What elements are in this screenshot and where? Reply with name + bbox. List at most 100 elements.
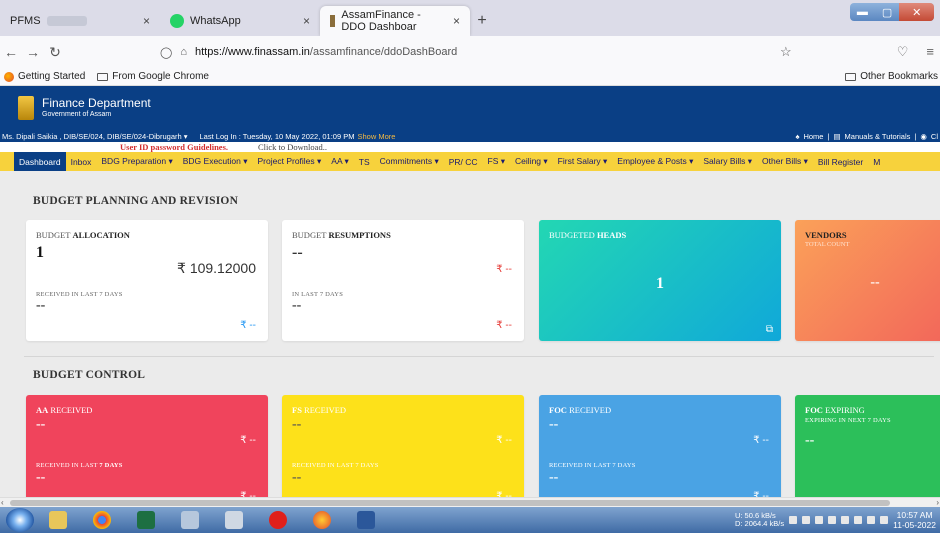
card-title: VENDORS bbox=[805, 230, 847, 240]
taskbar-chrome[interactable] bbox=[82, 508, 122, 532]
bookmark-star-icon[interactable]: ☆ bbox=[780, 44, 792, 60]
menu-aa[interactable]: AA ▾ bbox=[326, 152, 354, 171]
other-bookmarks[interactable]: Other Bookmarks bbox=[845, 71, 938, 82]
menu-inbox[interactable]: Inbox bbox=[66, 152, 97, 171]
taskbar-calculator[interactable] bbox=[214, 508, 254, 532]
search-tool-icon bbox=[181, 511, 199, 529]
minimize-icon[interactable]: ▬ bbox=[850, 3, 875, 21]
card-count: 1 bbox=[656, 275, 664, 292]
tab-assamfinance[interactable]: AssamFinance - DDO Dashboar × bbox=[320, 6, 470, 36]
close-icon[interactable]: × bbox=[303, 14, 310, 28]
external-link-icon[interactable]: ⧉ bbox=[766, 324, 773, 335]
menu-bill-register[interactable]: Bill Register bbox=[813, 152, 868, 171]
system-tray: U: 50.6 kB/s D: 2064.4 kB/s 10:57 AM 11-… bbox=[735, 507, 936, 533]
last-login: Last Log In : Tuesday, 10 May 2022, 01:0… bbox=[199, 131, 355, 141]
pocket-icon[interactable]: ♡ bbox=[897, 44, 909, 60]
network-icon[interactable] bbox=[867, 516, 876, 524]
bookmark-label: Getting Started bbox=[18, 71, 86, 82]
menu-more[interactable]: M bbox=[868, 152, 885, 171]
hamburger-menu-icon[interactable]: ≡ bbox=[926, 44, 934, 60]
bluetooth-icon[interactable] bbox=[854, 516, 863, 524]
opera-icon bbox=[269, 511, 287, 529]
menu-bdg-preparation[interactable]: BDG Preparation ▾ bbox=[96, 152, 177, 171]
download-link[interactable]: Click to Download.. bbox=[258, 142, 327, 152]
home-link[interactable]: Home bbox=[803, 132, 823, 141]
section-title-control: BUDGET CONTROL bbox=[33, 369, 146, 381]
firefox-icon bbox=[4, 71, 14, 82]
card-foc-received[interactable]: FOC RECEIVED -- ₹ -- RECEIVED IN LAST 7 … bbox=[539, 395, 781, 497]
tray-app-icon[interactable] bbox=[815, 516, 824, 524]
scrollbar-thumb[interactable] bbox=[10, 500, 890, 506]
menu-salary-bills[interactable]: Salary Bills ▾ bbox=[698, 152, 757, 171]
card-budget-allocation[interactable]: BUDGET ALLOCATION 1 ₹ 109.12000 RECEIVED… bbox=[26, 220, 268, 341]
volume-icon[interactable] bbox=[880, 516, 889, 524]
user-info[interactable]: Ms. Dipali Saikia , DIB/SE/024, DIB/SE/0… bbox=[2, 132, 188, 141]
horizontal-scrollbar[interactable]: ‹ › bbox=[0, 497, 940, 507]
back-arrow-icon[interactable]: ← bbox=[0, 44, 22, 60]
tray-app-icon[interactable] bbox=[828, 516, 837, 524]
menu-ceiling[interactable]: Ceiling ▾ bbox=[510, 152, 553, 171]
window-close-icon[interactable]: ✕ bbox=[899, 3, 934, 21]
reload-icon[interactable]: ↻ bbox=[44, 44, 66, 61]
card-vendors[interactable]: VENDORS TOTAL COUNT -- bbox=[795, 220, 940, 341]
blurred-tab-title bbox=[46, 16, 87, 26]
start-button-icon[interactable] bbox=[6, 508, 34, 532]
card-sub-value: -- bbox=[549, 470, 559, 485]
menu-commitments[interactable]: Commitments ▾ bbox=[375, 152, 444, 171]
bookmark-getting-started[interactable]: Getting Started bbox=[4, 71, 85, 82]
forward-arrow-icon[interactable]: → bbox=[22, 44, 44, 60]
guideline-bar: User ID password Guidelines. Click to Do… bbox=[0, 142, 940, 152]
tab-pfms[interactable]: PFMS × bbox=[0, 6, 160, 36]
signal-icon[interactable] bbox=[789, 516, 798, 524]
card-aa-received[interactable]: AA RECEIVED -- ₹ -- RECEIVED IN LAST 7 D… bbox=[26, 395, 268, 497]
clock-date: 11-05-2022 bbox=[893, 520, 936, 530]
maximize-icon[interactable]: ▢ bbox=[875, 3, 900, 21]
dept-sub: Government of Assam bbox=[42, 111, 112, 118]
close-icon[interactable]: × bbox=[143, 14, 150, 28]
menu-other-bills[interactable]: Other Bills ▾ bbox=[757, 152, 813, 171]
new-tab-button[interactable]: + bbox=[470, 6, 494, 36]
menu-project-profiles[interactable]: Project Profiles ▾ bbox=[253, 152, 327, 171]
card-title: BUDGET ALLOCATION bbox=[36, 230, 130, 240]
tray-app-icon[interactable] bbox=[841, 516, 850, 524]
card-amount: ₹ -- bbox=[240, 435, 256, 446]
password-guidelines-link[interactable]: User ID password Guidelines. bbox=[120, 142, 228, 152]
firefox-icon bbox=[313, 511, 331, 529]
card-sub-label: RECEIVED IN LAST 7 DAYS bbox=[549, 462, 636, 469]
card-count: -- bbox=[870, 275, 880, 290]
show-more-link[interactable]: Show More bbox=[357, 132, 395, 141]
taskbar-opera[interactable] bbox=[258, 508, 298, 532]
browser-navbar: ← → ↻ ◯ ⌂ https://www.finassam.in/assamf… bbox=[0, 36, 940, 68]
card-fs-received[interactable]: FS RECEIVED -- ₹ -- RECEIVED IN LAST 7 D… bbox=[282, 395, 524, 497]
menu-first-salary[interactable]: First Salary ▾ bbox=[553, 152, 613, 171]
card-sub-label: RECEIVED IN LAST 7 DAYS bbox=[292, 462, 379, 469]
menu-bdg-execution[interactable]: BDG Execution ▾ bbox=[178, 152, 253, 171]
menu-dashboard[interactable]: Dashboard bbox=[14, 152, 66, 171]
scroll-right-icon[interactable]: › bbox=[936, 498, 939, 507]
card-sub-label: IN LAST 7 DAYS bbox=[292, 291, 344, 298]
taskbar-explorer[interactable] bbox=[38, 508, 78, 532]
card-count: -- bbox=[292, 244, 303, 261]
scroll-left-icon[interactable]: ‹ bbox=[1, 498, 4, 507]
tray-app-icon[interactable] bbox=[802, 516, 811, 524]
taskbar-search[interactable] bbox=[170, 508, 210, 532]
taskbar-excel[interactable] bbox=[126, 508, 166, 532]
menu-pr-cc[interactable]: PR/ CC bbox=[444, 152, 483, 171]
card-title: FS RECEIVED bbox=[292, 405, 347, 415]
card-budgeted-heads[interactable]: BUDGETED HEADS 1 ⧉ bbox=[539, 220, 781, 341]
address-bar[interactable]: ◯ ⌂ https://www.finassam.in/assamfinance… bbox=[160, 40, 800, 64]
extra-link[interactable]: Cl bbox=[931, 132, 938, 141]
menu-employee-posts[interactable]: Employee & Posts ▾ bbox=[612, 152, 698, 171]
card-budget-resumptions[interactable]: BUDGET RESUMPTIONS -- ₹ -- IN LAST 7 DAY… bbox=[282, 220, 524, 341]
tab-whatsapp[interactable]: WhatsApp × bbox=[160, 6, 320, 36]
assam-emblem-icon bbox=[18, 96, 34, 120]
taskbar-firefox[interactable] bbox=[302, 508, 342, 532]
menu-fs[interactable]: FS ▾ bbox=[483, 152, 511, 171]
manuals-link[interactable]: Manuals & Tutorials bbox=[845, 132, 911, 141]
bookmark-from-google-chrome[interactable]: From Google Chrome bbox=[97, 71, 209, 82]
close-icon[interactable]: × bbox=[453, 14, 460, 28]
card-foc-expiring[interactable]: FOC EXPIRING EXPIRING IN NEXT 7 DAYS -- bbox=[795, 395, 940, 497]
menu-ts[interactable]: TS bbox=[354, 152, 375, 171]
taskbar-word[interactable] bbox=[346, 508, 386, 532]
clock[interactable]: 10:57 AM 11-05-2022 bbox=[893, 510, 936, 530]
